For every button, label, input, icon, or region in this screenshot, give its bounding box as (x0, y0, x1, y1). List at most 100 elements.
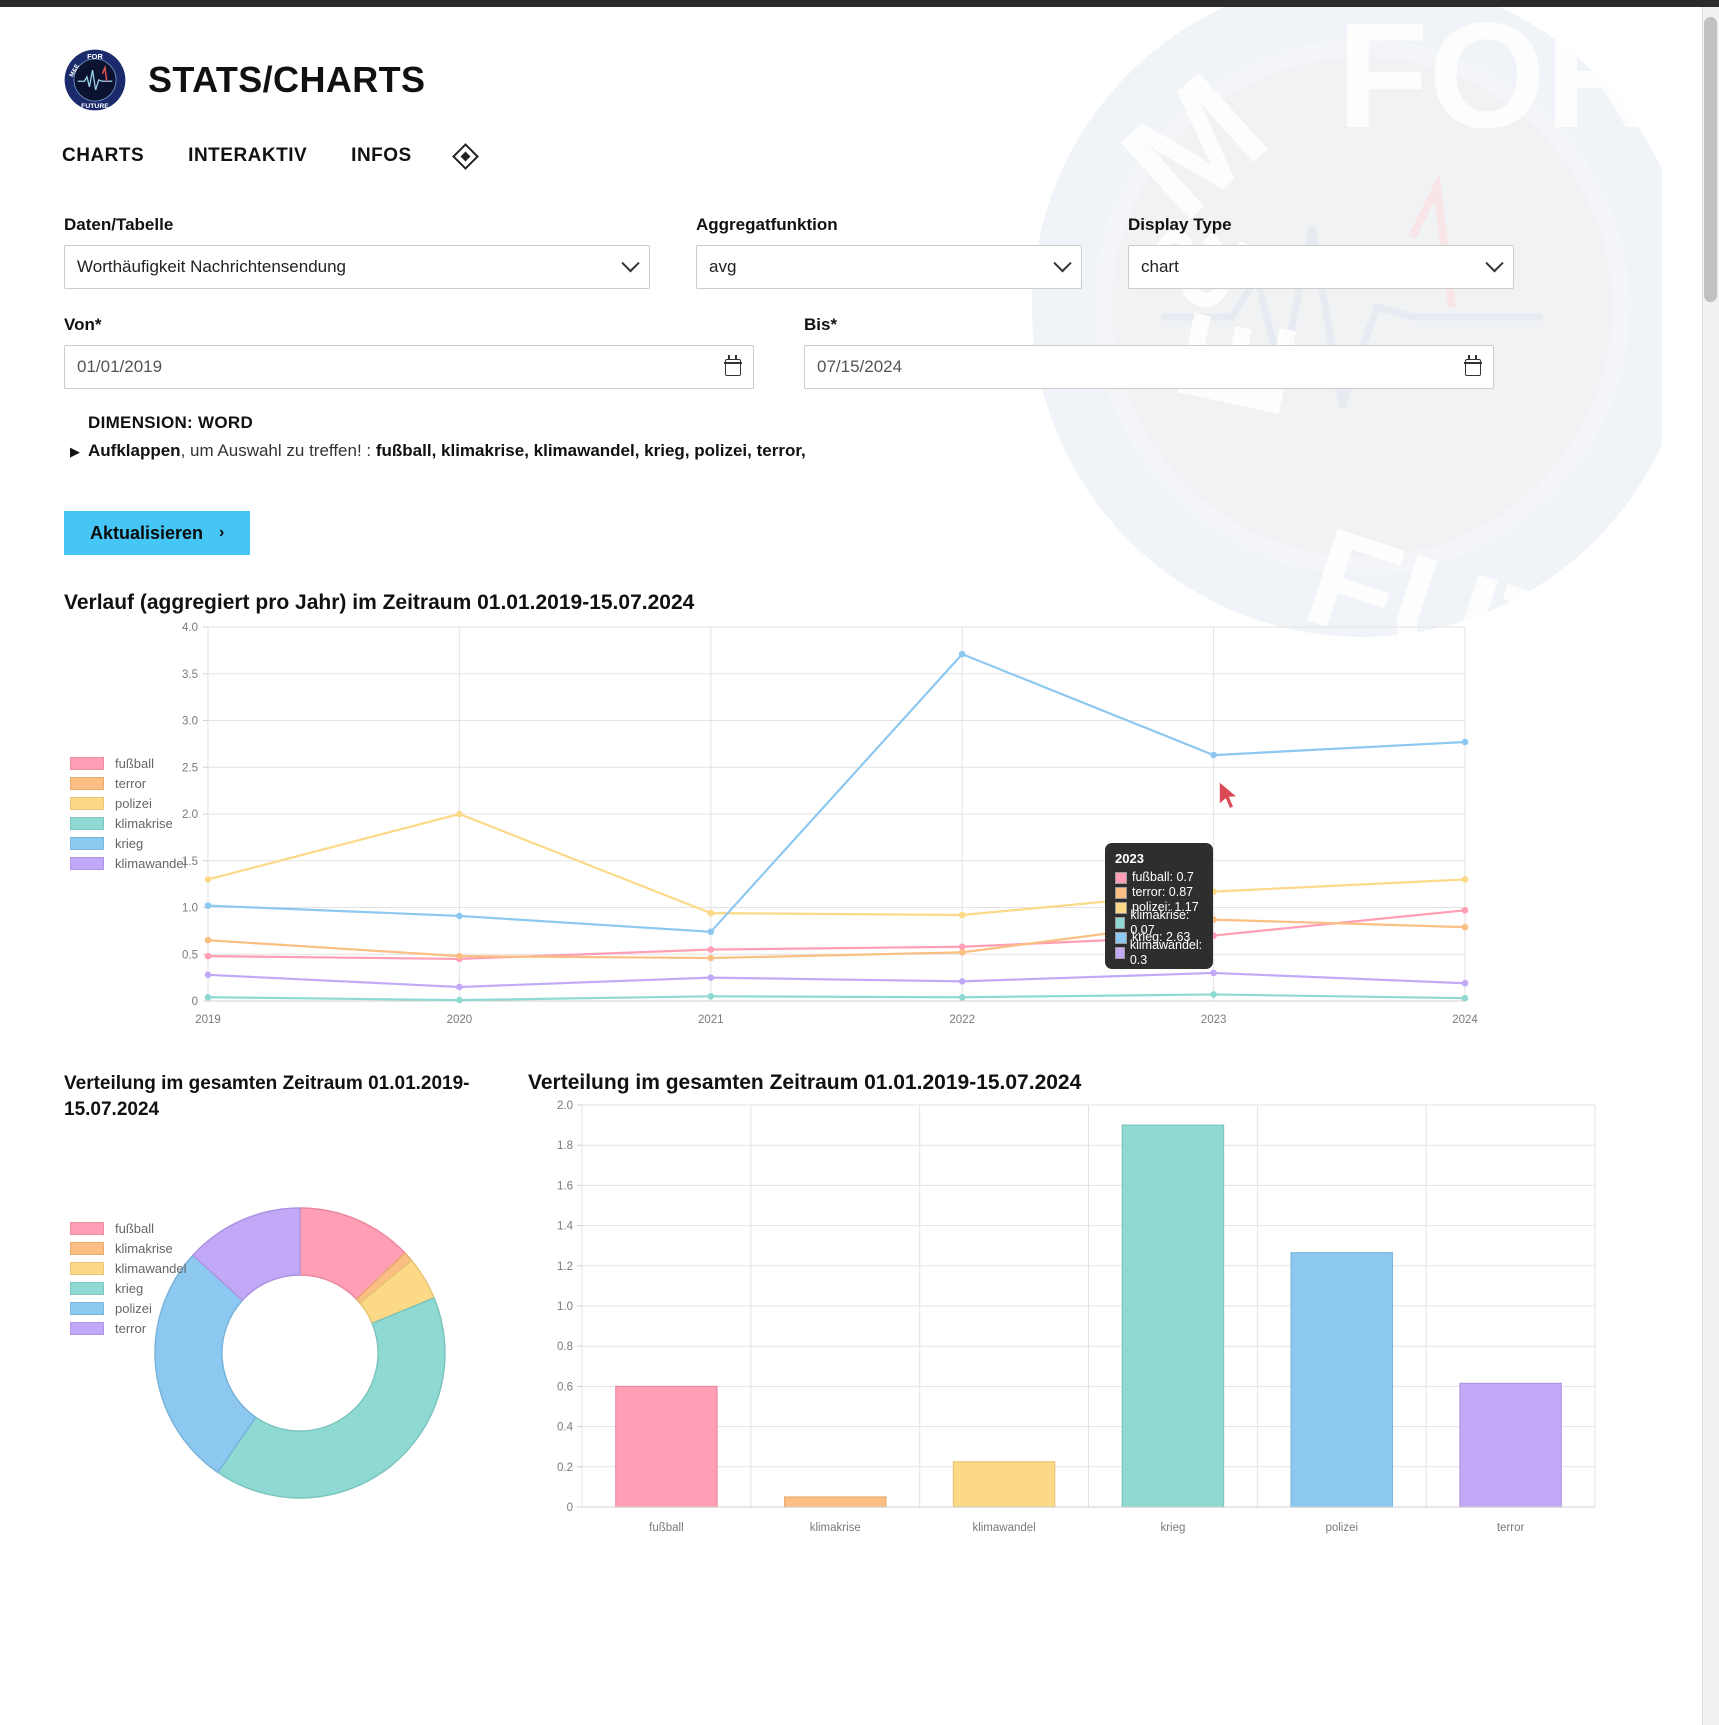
select-daten-tabelle-value: Worthäufigkeit Nachrichtensendung (77, 257, 347, 276)
nav-item-charts[interactable]: CHARTS (62, 145, 144, 167)
date-input-von[interactable]: 01/01/2019 (64, 345, 754, 389)
select-aggregatfunktion[interactable]: avg (696, 245, 1082, 289)
svg-text:0: 0 (567, 1502, 573, 1514)
line-legend-item[interactable]: fußball (70, 753, 187, 773)
brand-bar: FOR M&E FUTURE STATS/CHARTS (0, 7, 1702, 111)
chart-tooltip: 2023 fußball: 0.7 terror: 0.87 polizei: 1.… (1105, 843, 1213, 969)
tooltip-row: fußball: 0.7 (1115, 870, 1203, 885)
legend-label: klimawandel (115, 1260, 187, 1276)
chevron-down-icon (1485, 253, 1504, 272)
dimension-toggle-label[interactable]: Aufklappen (88, 441, 181, 460)
bar[interactable] (784, 1496, 887, 1508)
label-aggregatfunktion: Aggregatfunktion (696, 215, 838, 234)
tooltip-color-swatch (1115, 886, 1127, 899)
legend-label: klimakrise (115, 815, 173, 831)
mouse-cursor (1218, 779, 1241, 811)
bar[interactable] (1290, 1252, 1393, 1508)
chevron-down-icon (1053, 253, 1072, 272)
legend-color-swatch (70, 816, 104, 830)
chevron-right-icon: › (219, 524, 225, 541)
scrollbar-thumb[interactable] (1704, 17, 1717, 302)
svg-text:1.2: 1.2 (557, 1261, 573, 1273)
line-legend-item[interactable]: polizei (70, 793, 187, 813)
tooltip-row: klimawandel: 0.3 (1115, 938, 1203, 967)
svg-text:krieg: krieg (1160, 1522, 1185, 1534)
diamond-icon[interactable] (451, 142, 479, 170)
legend-color-swatch (70, 1241, 104, 1255)
donut-chart-title: Verteilung im gesamten Zeitraum 01.01.20… (64, 1073, 470, 1120)
legend-color-swatch (70, 796, 104, 810)
triangle-right-icon[interactable]: ▶ (70, 444, 80, 460)
tooltip-color-swatch (1115, 946, 1125, 959)
svg-text:4.0: 4.0 (182, 622, 198, 634)
field-daten-tabelle: Daten/Tabelle Worthäufigkeit Nachrichten… (64, 215, 650, 289)
bar[interactable] (615, 1385, 718, 1508)
svg-text:2022: 2022 (949, 1014, 975, 1026)
dimension-disclosure[interactable]: ▶ Aufklappen, um Auswahl zu treffen! : f… (70, 441, 1702, 461)
submit-row: Aktualisieren › (0, 461, 1702, 555)
aktualisieren-button-label: Aktualisieren (90, 522, 204, 543)
donut-legend-item[interactable]: polizei (70, 1298, 187, 1318)
donut-legend-item[interactable]: klimawandel (70, 1258, 187, 1278)
line-chart: fußball terror polizei klimakrise krieg klima… (0, 615, 1640, 1035)
field-bis: Bis* 07/15/2024 (804, 315, 1494, 389)
line-chart-legend: fußball terror polizei klimakrise krieg klima… (70, 753, 187, 873)
line-legend-item[interactable]: klimakrise (70, 813, 187, 833)
aktualisieren-button[interactable]: Aktualisieren › (64, 511, 251, 555)
donut-legend-item[interactable]: terror (70, 1318, 187, 1338)
donut-slice[interactable] (216, 1296, 446, 1499)
tooltip-row: terror: 0.87 (1115, 885, 1203, 900)
svg-text:2019: 2019 (195, 1014, 221, 1026)
line-chart-plot[interactable]: 00.51.01.52.02.53.03.54.02019 2020 2021 202… (0, 615, 1640, 1035)
bar[interactable] (1121, 1124, 1225, 1508)
dimension-title: DIMENSION: WORD (88, 413, 254, 432)
date-input-bis-value: 07/15/2024 (817, 357, 903, 376)
tooltip-row-label: fußball: 0.7 (1132, 870, 1194, 884)
bottom-charts-row: Verteilung im gesamten Zeitraum 01.01.20… (0, 1035, 1702, 1570)
legend-label: klimakrise (115, 1240, 173, 1256)
label-bis: Bis* (804, 315, 838, 334)
svg-text:0.8: 0.8 (557, 1341, 573, 1353)
donut-legend-item[interactable]: klimakrise (70, 1238, 187, 1258)
select-display-type[interactable]: chart (1128, 245, 1514, 289)
donut-chart-legend: fußball klimakrise klimawandel krieg polizei… (70, 1218, 187, 1338)
bar-chart-plot[interactable]: 0 0.2 0.4 0.6 0.8 1.0 1.2 1.4 1.6 1.8 2.0 fußball kl… (520, 1095, 1620, 1565)
dimension-block: DIMENSION: WORD ▶ Aufklappen, um Auswahl… (0, 389, 1702, 461)
svg-text:0.4: 0.4 (557, 1422, 574, 1434)
svg-text:2020: 2020 (447, 1014, 473, 1026)
donut-legend-item[interactable]: krieg (70, 1278, 187, 1298)
svg-text:1.6: 1.6 (557, 1180, 573, 1192)
bar-chart-title: Verteilung im gesamten Zeitraum 01.01.20… (528, 1071, 1082, 1094)
svg-text:3.5: 3.5 (182, 669, 198, 681)
legend-color-swatch (70, 836, 104, 850)
bar[interactable] (1459, 1382, 1562, 1508)
tooltip-row-label: terror: 0.87 (1132, 885, 1194, 899)
tooltip-title: 2023 (1115, 851, 1144, 866)
tooltip-color-swatch (1115, 931, 1127, 944)
legend-label: krieg (115, 1280, 144, 1296)
svg-text:1.0: 1.0 (182, 903, 198, 915)
svg-text:terror: terror (1497, 1522, 1525, 1534)
mce-for-future-logo-icon: FOR M&E FUTURE (64, 49, 126, 111)
line-legend-item[interactable]: klimawandel (70, 853, 187, 873)
bar[interactable] (952, 1461, 1056, 1508)
main-nav: CHARTS INTERAKTIV INFOS (0, 111, 1702, 170)
svg-text:1.0: 1.0 (557, 1301, 573, 1313)
date-input-bis[interactable]: 07/15/2024 (804, 345, 1494, 389)
calendar-icon[interactable] (1464, 354, 1482, 376)
svg-text:klimawandel: klimawandel (972, 1522, 1035, 1534)
line-legend-item[interactable]: terror (70, 773, 187, 793)
donut-legend-item[interactable]: fußball (70, 1218, 187, 1238)
field-von: Von* 01/01/2019 (64, 315, 754, 389)
page-scrollbar[interactable] (1702, 7, 1719, 1725)
tooltip-row-label: klimawandel: 0.3 (1129, 937, 1203, 967)
svg-text:0.2: 0.2 (557, 1462, 573, 1474)
line-legend-item[interactable]: krieg (70, 833, 187, 853)
nav-item-interaktiv[interactable]: INTERAKTIV (188, 145, 307, 167)
calendar-icon[interactable] (724, 354, 742, 376)
legend-label: terror (115, 1320, 147, 1336)
svg-text:FOR: FOR (87, 52, 103, 61)
select-daten-tabelle[interactable]: Worthäufigkeit Nachrichtensendung (64, 245, 650, 289)
label-display-type: Display Type (1128, 215, 1232, 234)
nav-item-infos[interactable]: INFOS (351, 145, 412, 167)
